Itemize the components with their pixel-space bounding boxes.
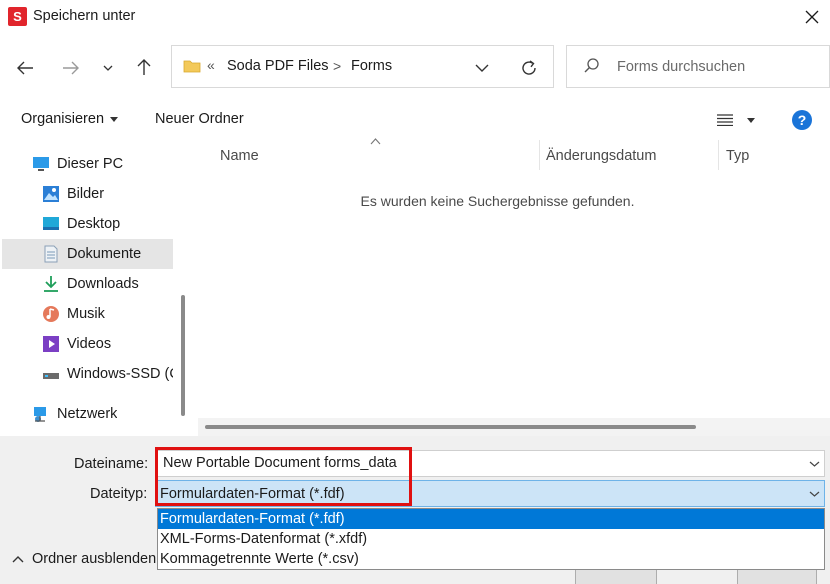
downloads-icon — [44, 276, 58, 292]
sidebar-item-network[interactable]: Netzwerk — [32, 399, 205, 429]
file-list — [198, 138, 830, 418]
annotation-highlight-box — [155, 447, 412, 506]
list-view-icon — [717, 114, 733, 126]
column-header-type[interactable]: Typ — [726, 148, 749, 164]
address-history-button[interactable] — [470, 56, 494, 80]
column-divider[interactable] — [539, 140, 540, 170]
column-header-name[interactable]: Name — [220, 148, 259, 164]
breadcrumb-overflow[interactable]: « — [207, 57, 215, 73]
hide-folders-button[interactable]: Ordner ausblenden — [12, 551, 156, 567]
filename-label: Dateiname: — [74, 456, 149, 472]
close-button[interactable] — [794, 0, 830, 33]
sidebar-item-windows-ssd[interactable]: Windows-SSD (C — [42, 359, 215, 389]
arrow-left-icon — [17, 61, 33, 75]
chevron-down-icon — [103, 65, 113, 71]
organise-label: Organisieren — [21, 111, 105, 127]
sidebar-item-label: Bilder — [67, 186, 105, 202]
sidebar-item-downloads[interactable]: Downloads — [42, 269, 215, 299]
search-icon — [584, 57, 600, 75]
sidebar-item-pictures[interactable]: Bilder — [42, 179, 215, 209]
sidebar-item-label: Videos — [67, 336, 112, 352]
breadcrumb-separator[interactable]: > — [333, 58, 341, 74]
cancel-button[interactable] — [737, 568, 817, 584]
caret-down-icon — [747, 117, 755, 123]
empty-results-message: Es wurden keine Suchergebnisse gefunden. — [360, 193, 635, 209]
desktop-icon — [43, 217, 59, 230]
refresh-icon — [522, 60, 536, 75]
sidebar-item-label: Desktop — [67, 216, 121, 232]
sidebar-item-this-pc[interactable]: Dieser PC — [32, 149, 205, 179]
sidebar-item-documents[interactable]: Dokumente — [42, 239, 215, 269]
new-folder-button[interactable]: Neuer Ordner — [155, 111, 244, 127]
sidebar-item-label: Dieser PC — [57, 156, 124, 172]
breadcrumb-item-forms[interactable]: Forms — [351, 58, 392, 74]
refresh-button[interactable] — [516, 55, 542, 81]
chevron-up-icon — [12, 556, 24, 563]
filetype-dropdown-button[interactable] — [805, 485, 823, 503]
sidebar-scrollbar[interactable] — [181, 295, 185, 416]
sidebar-item-label: Downloads — [67, 276, 139, 292]
forward-button[interactable] — [58, 55, 84, 81]
sidebar-item-label: Musik — [67, 306, 105, 322]
filetype-label: Dateityp: — [90, 486, 148, 502]
help-button[interactable]: ? — [792, 110, 812, 130]
hide-folders-label: Ordner ausblenden — [32, 551, 157, 567]
save-button[interactable] — [575, 568, 657, 584]
arrow-up-icon — [137, 59, 151, 75]
sidebar-item-desktop[interactable]: Desktop — [42, 209, 215, 239]
breadcrumb-item-soda-pdf-files[interactable]: Soda PDF Files — [227, 58, 329, 74]
pictures-icon — [43, 186, 59, 202]
up-button[interactable] — [131, 54, 157, 80]
network-icon — [34, 407, 46, 422]
column-header-date[interactable]: Änderungsdatum — [546, 148, 656, 164]
sidebar-item-label: Dokumente — [67, 246, 142, 262]
sort-ascending-icon — [370, 138, 381, 145]
search-placeholder: Forms durchsuchen — [617, 59, 746, 75]
filetype-option-fdf[interactable]: Formulardaten-Format (*.fdf) — [158, 509, 824, 529]
sidebar-item-music[interactable]: Musik — [42, 299, 215, 329]
chevron-down-icon — [475, 64, 489, 72]
arrow-right-icon — [63, 61, 79, 75]
column-divider[interactable] — [718, 140, 719, 170]
caret-down-icon — [110, 116, 119, 122]
filetype-option-csv[interactable]: Kommagetrennte Werte (*.csv) — [158, 549, 824, 569]
folder-icon — [183, 58, 201, 73]
organise-menu-button[interactable]: Organisieren — [21, 111, 119, 127]
drive-icon — [43, 373, 59, 379]
music-icon — [43, 306, 59, 322]
recent-locations-button[interactable] — [98, 58, 118, 78]
sidebar-item-videos[interactable]: Videos — [42, 329, 215, 359]
documents-icon — [44, 245, 58, 263]
sidebar-item-label: Netzwerk — [57, 406, 118, 422]
filetype-option-xfdf[interactable]: XML-Forms-Datenformat (*.xfdf) — [158, 529, 824, 549]
filename-history-button[interactable] — [805, 455, 823, 473]
close-icon — [805, 10, 819, 23]
view-options-button[interactable] — [714, 110, 758, 130]
chevron-down-icon — [809, 461, 819, 467]
window-title: Speichern unter — [33, 8, 136, 24]
horizontal-scrollbar-thumb[interactable] — [205, 425, 696, 429]
sidebar-item-label: Windows-SSD (C — [67, 366, 173, 382]
back-button[interactable] — [12, 55, 38, 81]
pc-icon — [33, 157, 49, 171]
videos-icon — [43, 336, 59, 352]
chevron-down-icon — [809, 491, 819, 497]
app-logo-icon: S — [8, 7, 27, 26]
